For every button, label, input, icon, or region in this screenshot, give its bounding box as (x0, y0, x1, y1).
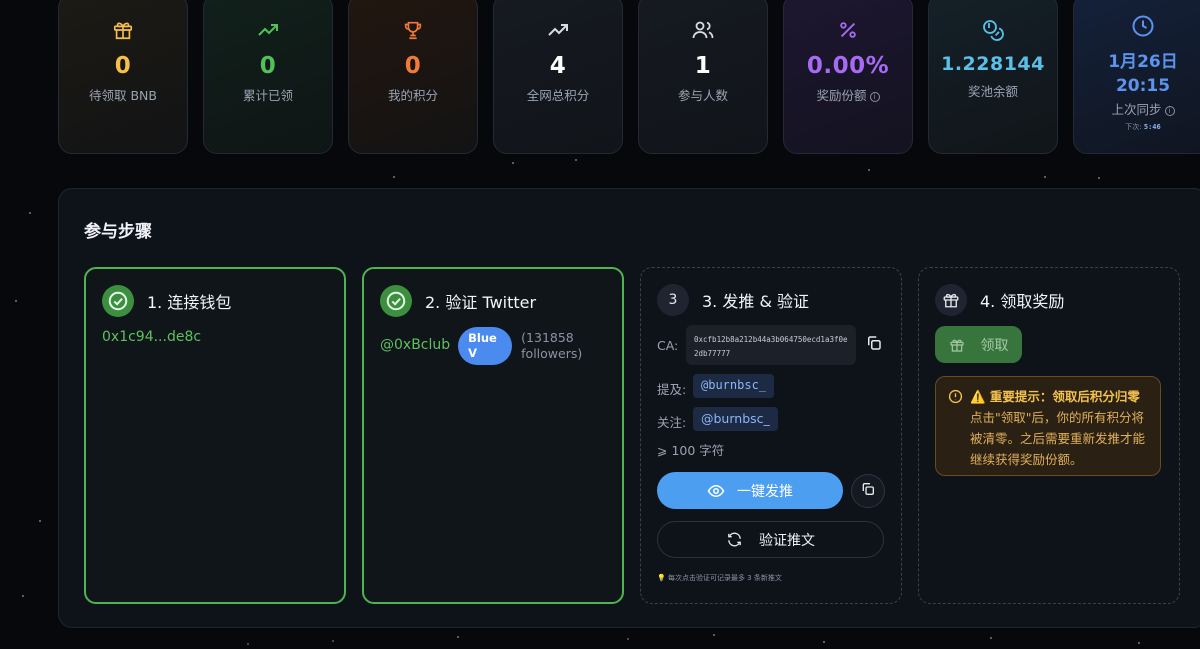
stat-card-my-points: 0 我的积分 (348, 0, 478, 154)
step-title: 1. 连接钱包 (147, 293, 232, 312)
stat-label: 待领取 BNB (89, 88, 157, 103)
stat-card-pending-bnb: 0 待领取 BNB (58, 0, 188, 154)
trending-up-icon (545, 17, 571, 43)
clock-icon (1130, 13, 1156, 39)
mention-handle: @burnbsc_ (693, 374, 775, 398)
eye-icon (707, 482, 725, 500)
mention-label: 提及: (657, 382, 687, 397)
stat-value: 1 (694, 53, 712, 79)
stat-value: 1.228144 (941, 53, 1045, 75)
stat-label-text: 奖励份额 (816, 88, 867, 103)
stat-value: 0.00% (806, 53, 890, 79)
one-click-tweet-button[interactable]: 一键发推 (657, 472, 843, 509)
next-sync: 下次: 5:46 (1125, 122, 1160, 132)
tweet-button-label: 一键发推 (737, 483, 793, 500)
percent-icon (835, 17, 861, 43)
step-title: 3. 发推 & 验证 (702, 292, 810, 311)
step-header: 3 3. 发推 & 验证 (657, 284, 809, 316)
coins-icon (980, 17, 1006, 43)
alert-circle-icon (948, 389, 963, 408)
ca-label: CA: (657, 338, 679, 353)
step-claim-reward: 4. 领取奖励 领取 ⚠️ 重要提示：领取后积分归零 点击"领取"后，你的所有积… (918, 267, 1180, 604)
stat-label-text: 上次同步 (1111, 102, 1162, 117)
copy-icon (865, 334, 883, 356)
info-icon[interactable]: i (869, 91, 880, 102)
users-icon (690, 17, 716, 43)
trending-up-icon (255, 17, 281, 43)
followers-count-line2: followers) (521, 346, 583, 361)
stat-card-network-points: 4 全网总积分 (493, 0, 623, 154)
participation-steps-panel: 参与步骤 1. 连接钱包 0x1c94...de8c 2. 验证 Twitter… (58, 188, 1200, 628)
step-header: 1. 连接钱包 (102, 285, 231, 317)
stat-label: 我的积分 (387, 88, 438, 103)
stat-card-last-sync: 1月26日 20:15 上次同步 i 下次: 5:46 (1073, 0, 1200, 154)
next-sync-value: 5:46 (1143, 123, 1161, 131)
claim-button-label: 领取 (980, 337, 1009, 354)
gift-icon (949, 337, 965, 353)
stat-card-participants: 1 参与人数 (638, 0, 768, 154)
claim-button[interactable]: 领取 (935, 326, 1022, 363)
copy-icon (860, 481, 876, 501)
stat-label: 奖池余额 (967, 84, 1018, 99)
stat-card-reward-share: 0.00% 奖励份额 i (783, 0, 913, 154)
stat-label: 累计已领 (242, 88, 293, 103)
follow-label: 关注: (657, 415, 687, 430)
check-circle-icon (102, 285, 134, 317)
step-connect-wallet: 1. 连接钱包 0x1c94...de8c (84, 267, 346, 604)
followers-count-line1: (131858 (521, 330, 574, 345)
step-header: 2. 验证 Twitter (380, 285, 536, 317)
copy-ca-button[interactable] (859, 330, 889, 360)
warning-text: 点击"领取"后，你的所有积分将被清零。之后需要重新发推才能继续获得奖励份额。 (970, 410, 1146, 467)
stat-label: 上次同步 i (1111, 99, 1175, 118)
stat-label: 全网总积分 (526, 88, 590, 103)
stat-label: 奖励份额 i (816, 85, 880, 104)
step-header: 4. 领取奖励 (935, 284, 1064, 316)
blue-v-badge-line2: V (468, 346, 478, 360)
stat-value: 4 (549, 53, 567, 79)
follow-handle: @burnbsc_ (693, 407, 778, 431)
check-circle-icon (380, 285, 412, 317)
warning-title: ⚠️ 重要提示：领取后积分归零 (970, 389, 1140, 404)
claim-warning: ⚠️ 重要提示：领取后积分归零 点击"领取"后，你的所有积分将被清零。之后需要重… (935, 376, 1161, 476)
trophy-icon (400, 17, 426, 43)
char-requirement: ⩾ 100 字符 (657, 443, 725, 458)
gift-icon (935, 284, 967, 316)
stat-label: 参与人数 (677, 88, 728, 103)
refresh-icon (726, 531, 743, 548)
twitter-handle: @0xBclub (380, 337, 451, 353)
stat-value: 0 (259, 53, 277, 79)
step-verify-twitter: 2. 验证 Twitter @0xBclub Blue V (131858 foll… (362, 267, 624, 604)
next-sync-prefix: 下次: (1125, 123, 1142, 131)
copy-tweet-button[interactable] (851, 474, 885, 508)
gift-icon (110, 17, 136, 43)
blue-v-badge-line1: Blue (468, 331, 497, 345)
verify-tweet-button[interactable]: 验证推文 (657, 521, 884, 558)
wallet-address: 0x1c94...de8c (102, 329, 202, 345)
panel-title: 参与步骤 (84, 222, 152, 242)
followers-count: (131858 followers) (521, 330, 591, 362)
stat-value: 0 (114, 53, 132, 79)
contract-address: 0xcfb12b8a212b44a3b064750ecd1a3f0e2db777… (686, 325, 856, 365)
stat-card-pool-balance: 1.228144 奖池余额 (928, 0, 1058, 154)
blue-v-badge: Blue V (458, 327, 513, 365)
step-title: 2. 验证 Twitter (425, 293, 537, 312)
twitter-account-row: @0xBclub Blue V (131858 followers) (380, 327, 591, 365)
sync-time: 20:15 (1115, 76, 1171, 96)
verify-hint: 💡 每次点击验证可记录最多 3 条新推文 (657, 574, 782, 582)
sync-date: 1月26日 (1108, 52, 1178, 72)
info-icon[interactable]: i (1164, 105, 1175, 116)
verify-button-label: 验证推文 (759, 532, 815, 549)
step-title: 4. 领取奖励 (980, 292, 1065, 311)
step-tweet-verify: 3 3. 发推 & 验证 CA: 0xcfb12b8a212b44a3b0647… (640, 267, 902, 604)
stat-card-total-claimed: 0 累计已领 (203, 0, 333, 154)
stat-value: 0 (404, 53, 422, 79)
step-number: 3 (657, 284, 689, 316)
